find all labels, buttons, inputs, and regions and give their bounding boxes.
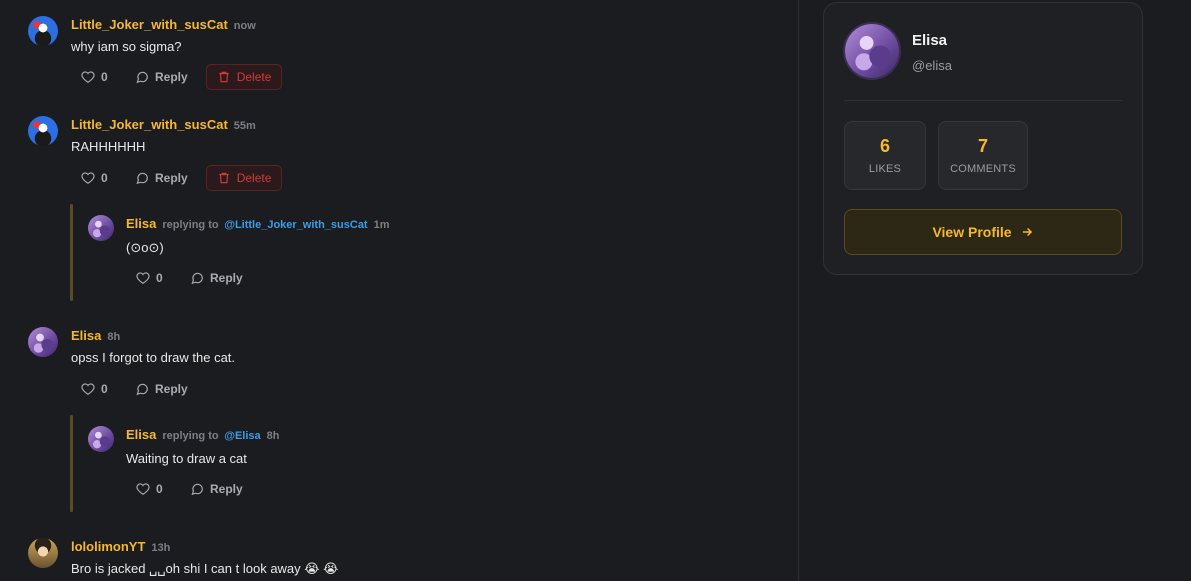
delete-button[interactable]: Delete <box>205 165 283 191</box>
reply-bubble-icon <box>191 483 203 496</box>
reply-button[interactable]: Reply <box>135 382 188 396</box>
reply-meta: Elisa replying to @Elisa 8h <box>126 427 279 442</box>
username[interactable]: Elisa <box>126 427 156 442</box>
like-count: 0 <box>156 271 163 285</box>
reply-text: (⊙o⊙) <box>126 240 164 255</box>
reply-thread-line <box>70 415 73 512</box>
reply-text: Waiting to draw a cat <box>126 451 247 466</box>
trash-icon <box>219 172 229 184</box>
reply-thread-line <box>70 204 73 301</box>
comment-meta: Elisa 8h <box>71 328 120 343</box>
username[interactable]: Little_Joker_with_susCat <box>71 117 228 132</box>
profile-sidebar: Elisa @elisa 6 LIKES 7 COMMENTS View Pro… <box>799 0 1191 581</box>
like-button[interactable]: 0 <box>136 271 168 285</box>
comment-meta: Little_Joker_with_susCat 55m <box>71 117 256 132</box>
timestamp: 8h <box>266 430 280 442</box>
comments-stat: 7 COMMENTS <box>938 121 1028 190</box>
heart-icon <box>136 272 150 284</box>
reply-button[interactable]: Reply <box>135 70 188 84</box>
reply-actions: 0 Reply <box>136 265 261 291</box>
reply-bubble-icon <box>136 71 148 84</box>
reply-bubble-icon <box>136 383 148 396</box>
username[interactable]: Elisa <box>71 328 101 343</box>
avatar[interactable] <box>88 426 114 452</box>
reply-label: Reply <box>155 382 188 396</box>
comments-label: COMMENTS <box>950 163 1016 175</box>
comments-panel: Little_Joker_with_susCat now why iam so s… <box>0 0 798 581</box>
delete-button[interactable]: Delete <box>205 64 283 90</box>
likes-stat: 6 LIKES <box>844 121 926 190</box>
replying-to-label: replying to <box>162 219 219 231</box>
heart-icon <box>81 71 95 83</box>
timestamp: 8h <box>107 331 121 343</box>
profile-name: Elisa <box>912 32 948 49</box>
reply-button[interactable]: Reply <box>190 271 243 285</box>
profile-card: Elisa @elisa 6 LIKES 7 COMMENTS View Pro… <box>823 2 1143 275</box>
like-button[interactable]: 0 <box>81 70 113 84</box>
reply-label: Reply <box>210 482 243 496</box>
timestamp: 55m <box>233 120 256 132</box>
reply-actions: 0 Reply <box>136 476 261 502</box>
comment-actions: 0 Reply Delete <box>81 165 283 191</box>
comment-text: opss I forgot to draw the cat. <box>71 350 236 365</box>
profile-avatar[interactable] <box>845 24 899 78</box>
reply-button[interactable]: Reply <box>190 482 243 496</box>
replying-to-label: replying to <box>162 430 219 442</box>
likes-label: LIKES <box>868 163 902 175</box>
reply-label: Reply <box>155 171 188 185</box>
card-divider <box>844 100 1122 101</box>
heart-icon <box>136 483 150 495</box>
comment-actions: 0 Reply <box>81 376 206 402</box>
like-count: 0 <box>101 171 108 185</box>
heart-icon <box>81 172 95 184</box>
avatar[interactable] <box>28 16 58 46</box>
comment-text: why iam so sigma? <box>71 39 182 54</box>
username[interactable]: Elisa <box>126 216 156 231</box>
reply-label: Reply <box>155 70 188 84</box>
likes-count: 6 <box>879 136 890 156</box>
username[interactable]: lololimonYT <box>71 539 145 554</box>
reply-bubble-icon <box>191 272 203 285</box>
view-profile-button[interactable]: View Profile <box>844 209 1122 255</box>
heart-icon <box>81 383 95 395</box>
profile-handle: @elisa <box>912 58 952 73</box>
like-count: 0 <box>101 70 108 84</box>
delete-label: Delete <box>236 171 272 185</box>
username[interactable]: Little_Joker_with_susCat <box>71 17 228 32</box>
arrow-right-icon <box>1022 227 1032 237</box>
mention-link[interactable]: @Little_Joker_with_susCat <box>224 219 367 231</box>
avatar[interactable] <box>28 327 58 357</box>
timestamp: 13h <box>151 542 171 554</box>
like-button[interactable]: 0 <box>136 482 168 496</box>
avatar[interactable] <box>88 215 114 241</box>
avatar[interactable] <box>28 538 58 568</box>
reply-button[interactable]: Reply <box>135 171 188 185</box>
avatar[interactable] <box>28 116 58 146</box>
like-count: 0 <box>101 382 108 396</box>
view-profile-label: View Profile <box>932 224 1012 240</box>
reply-meta: Elisa replying to @Little_Joker_with_susC… <box>126 216 390 231</box>
like-button[interactable]: 0 <box>81 171 113 185</box>
timestamp: 1m <box>373 219 390 231</box>
delete-label: Delete <box>236 70 272 84</box>
comment-text: RAHHHHHH <box>71 139 146 154</box>
comments-count: 7 <box>977 136 988 156</box>
comment-meta: lololimonYT 13h <box>71 539 170 554</box>
like-count: 0 <box>156 482 163 496</box>
reply-bubble-icon <box>136 172 148 185</box>
reply-label: Reply <box>210 271 243 285</box>
comment-actions: 0 Reply Delete <box>81 64 283 90</box>
mention-link[interactable]: @Elisa <box>224 430 260 442</box>
timestamp: now <box>233 20 256 32</box>
like-button[interactable]: 0 <box>81 382 113 396</box>
trash-icon <box>219 71 229 83</box>
comment-text: Bro is jacked ␣␣oh shi I can t look away… <box>71 561 339 576</box>
comment-meta: Little_Joker_with_susCat now <box>71 17 256 32</box>
